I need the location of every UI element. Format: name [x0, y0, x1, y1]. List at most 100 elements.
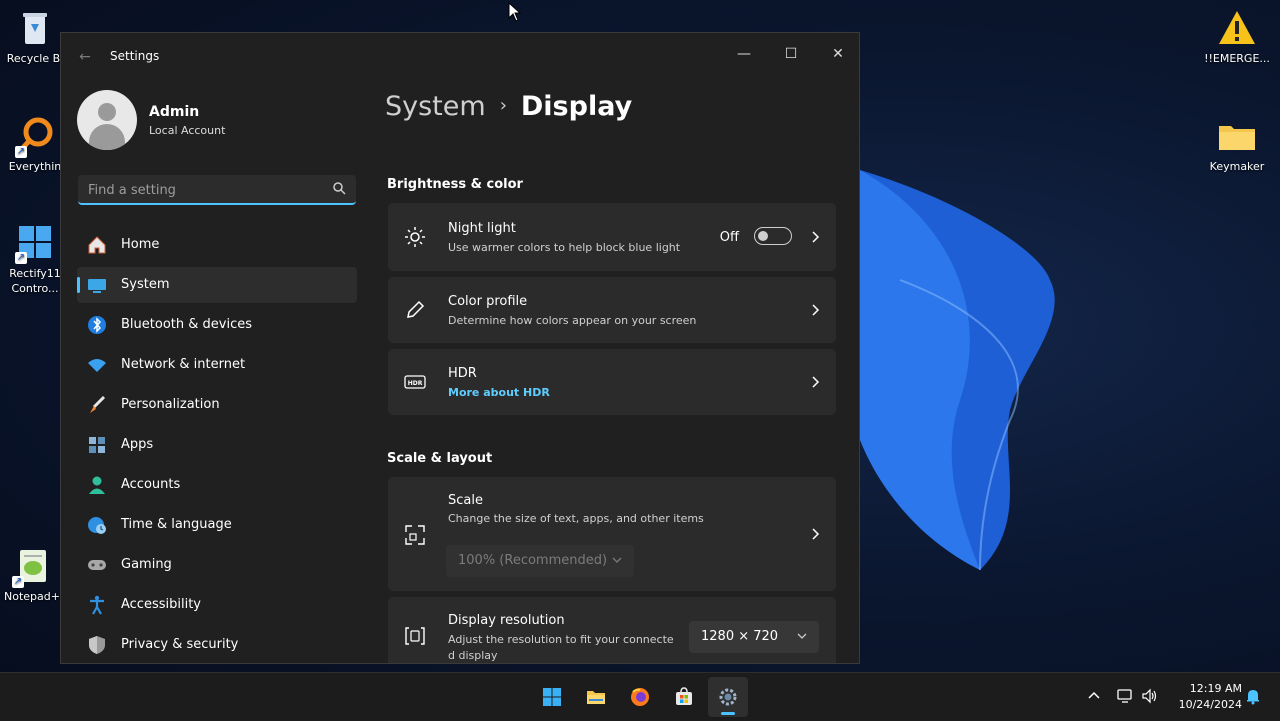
show-hidden-icons-chevron-icon[interactable]	[1085, 687, 1103, 705]
accessibility-icon	[90, 595, 104, 615]
search-icon[interactable]	[332, 181, 346, 195]
chevron-right-icon	[812, 528, 820, 540]
sidebar-item-bluetooth[interactable]: Bluetooth & devices	[77, 307, 357, 343]
sidebar-item-label: System	[121, 277, 170, 292]
hdr-link[interactable]: More about HDR	[448, 386, 550, 399]
network-icon[interactable]	[1116, 687, 1134, 705]
start-button[interactable]	[532, 677, 572, 717]
desktop-icon-notepad[interactable]: ↗ Notepad+	[0, 546, 67, 603]
breadcrumb-separator: ›	[499, 95, 507, 116]
svg-text:HDR: HDR	[408, 380, 423, 387]
color-profile-title: Color profile	[448, 294, 528, 309]
sidebar-item-personalization[interactable]: Personalization	[77, 387, 357, 423]
warning-icon	[1217, 8, 1257, 48]
file-explorer-icon	[587, 691, 605, 704]
chevron-down-icon	[612, 557, 622, 563]
display-resolution-card[interactable]: Display resolution Adjust the resolution…	[388, 597, 836, 663]
section-title-brightness: Brightness & color	[387, 177, 523, 192]
sidebar-item-network[interactable]: Network & internet	[77, 347, 357, 383]
desktop-icon-label: Keymaker	[1209, 160, 1265, 173]
sidebar-item-gaming[interactable]: Gaming	[77, 547, 357, 583]
taskbar-clock[interactable]: 12:19 AM 10/24/2024	[1168, 681, 1242, 713]
sidebar-item-apps[interactable]: Apps	[77, 427, 357, 463]
shield-icon	[89, 636, 105, 654]
minimize-button[interactable]: —	[721, 39, 767, 69]
sidebar-item-system[interactable]: System	[77, 267, 357, 303]
main-content: System › Display Brightness & color Night …	[385, 79, 859, 663]
chevron-down-icon	[797, 633, 807, 639]
resolution-value: 1280 × 720	[701, 629, 779, 644]
folder-icon	[1217, 116, 1257, 156]
sidebar-item-privacy[interactable]: Privacy & security	[77, 627, 357, 663]
page-title: Display	[520, 91, 633, 122]
shortcut-arrow-icon: ↗	[15, 252, 27, 264]
desktop-icon-keymaker[interactable]: Keymaker	[1202, 116, 1272, 173]
sidebar-item-accounts[interactable]: Accounts	[77, 467, 357, 503]
resolution-title: Display resolution	[448, 613, 565, 628]
hdr-card[interactable]: HDR HDR More about HDR	[388, 349, 836, 415]
chevron-right-icon	[812, 376, 820, 388]
resolution-icon	[405, 627, 425, 645]
sidebar-item-label: Bluetooth & devices	[121, 317, 252, 332]
close-button[interactable]: ✕	[815, 39, 859, 69]
account-type: Local Account	[149, 124, 226, 137]
night-light-state: Off	[719, 230, 739, 245]
window-title: Settings	[110, 49, 160, 63]
clock-date: 10/24/2024	[1178, 698, 1242, 711]
brightness-sun-icon	[405, 227, 425, 247]
resolution-subtitle: Adjust the resolution to fit your connec…	[448, 633, 674, 662]
search-input[interactable]	[86, 180, 320, 200]
sidebar-item-label: Personalization	[121, 397, 220, 412]
globe-clock-icon	[88, 517, 106, 534]
active-app-indicator	[721, 712, 735, 715]
avatar	[77, 90, 137, 150]
sidebar-item-accessibility[interactable]: Accessibility	[77, 587, 357, 623]
maximize-button[interactable]: ☐	[768, 39, 814, 69]
sidebar-item-label: Network & internet	[121, 357, 246, 372]
color-profile-card[interactable]: Color profile Determine how colors appea…	[388, 277, 836, 343]
taskbar-settings[interactable]	[708, 677, 748, 717]
volume-icon[interactable]	[1141, 687, 1159, 705]
notification-bell-icon[interactable]	[1244, 687, 1262, 705]
sidebar-item-label: Privacy & security	[121, 637, 239, 652]
scale-dropdown[interactable]: 100% (Recommended)	[446, 545, 634, 577]
sidebar-item-home[interactable]: Home	[77, 227, 357, 263]
gamepad-icon	[88, 560, 106, 570]
scale-title: Scale	[448, 493, 483, 508]
scale-icon	[405, 525, 425, 545]
resolution-dropdown[interactable]: 1280 × 720	[689, 621, 819, 653]
sidebar-item-time-language[interactable]: Time & language	[77, 507, 357, 543]
start-icon	[543, 688, 561, 706]
clock-time: 12:19 AM	[1189, 682, 1242, 695]
home-icon	[88, 236, 106, 254]
settings-window: ← Settings — ☐ ✕ Admin Local Account Hom…	[60, 32, 860, 664]
sidebar-item-label: Time & language	[121, 517, 232, 532]
mouse-cursor-icon	[508, 2, 522, 22]
scale-card[interactable]: Scale Change the size of text, apps, and…	[388, 477, 836, 591]
eyedropper-icon	[407, 300, 425, 318]
settings-icon	[719, 688, 737, 706]
night-light-toggle[interactable]	[754, 227, 792, 245]
brush-icon	[90, 395, 106, 413]
desktop-icon-emergency[interactable]: !!EMERGE...	[1202, 8, 1272, 65]
user-name: Admin	[149, 104, 200, 120]
windows-logo-icon: ↗	[15, 222, 55, 264]
taskbar-store[interactable]	[664, 677, 704, 717]
scale-value: 100% (Recommended)	[458, 553, 608, 568]
night-light-card[interactable]: Night light Use warmer colors to help bl…	[388, 203, 836, 271]
search-box[interactable]	[78, 175, 356, 205]
sidebar-item-label: Accessibility	[121, 597, 201, 612]
back-arrow-icon[interactable]: ←	[75, 47, 95, 67]
sidebar-item-label: Accounts	[121, 477, 181, 492]
title-bar[interactable]: ← Settings — ☐ ✕	[61, 33, 859, 79]
hdr-title: HDR	[448, 366, 477, 381]
everything-search-icon: ↗	[15, 116, 55, 158]
color-profile-subtitle: Determine how colors appear on your scre…	[448, 314, 697, 327]
sidebar-nav: Home System Bluetooth & devices Network …	[77, 227, 357, 663]
taskbar-firefox[interactable]	[620, 677, 660, 717]
chevron-right-icon	[812, 304, 820, 316]
breadcrumb-parent[interactable]: System	[385, 91, 486, 122]
sidebar-item-label: Apps	[121, 437, 154, 452]
taskbar-file-explorer[interactable]	[576, 677, 616, 717]
notepad-plus-icon: ↗	[12, 546, 52, 588]
